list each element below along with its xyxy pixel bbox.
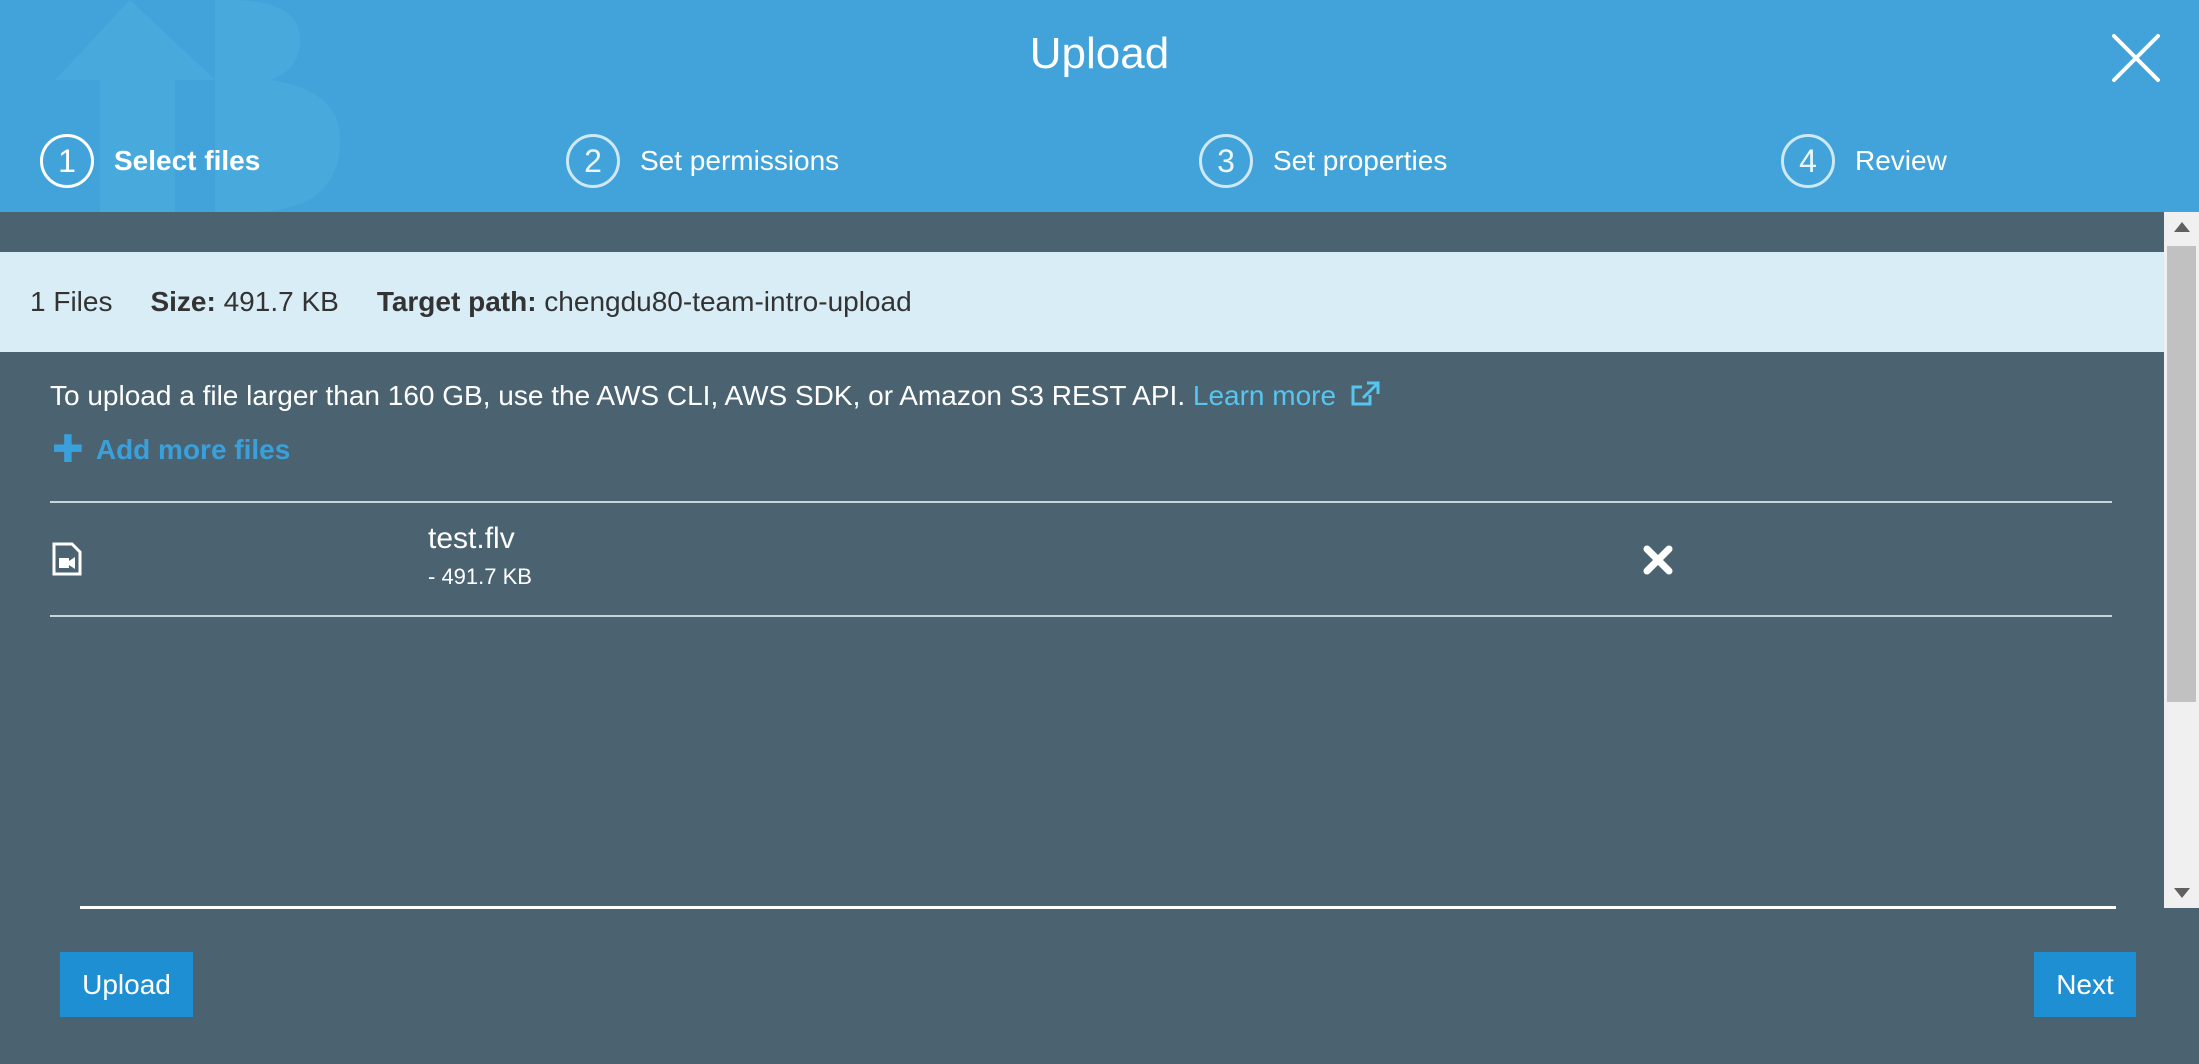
learn-more-label: Learn more <box>1192 380 1337 411</box>
remove-file-icon[interactable] <box>1640 542 1676 578</box>
size-summary: Size: 491.7 KB <box>150 286 338 318</box>
scroll-up-icon[interactable] <box>2164 212 2199 242</box>
divider <box>50 615 2112 617</box>
notice-text: To upload a file larger than 160 GB, use… <box>50 380 1186 411</box>
step-review[interactable]: 4 Review <box>1781 133 1947 189</box>
plus-icon: ✚ <box>52 429 84 471</box>
large-file-notice: To upload a file larger than 160 GB, use… <box>50 378 1380 414</box>
upload-dialog-header: Upload 1 Select files 2 Set permissions … <box>0 0 2199 212</box>
target-path-label: Target path: <box>376 286 537 317</box>
step-number: 1 <box>40 134 94 188</box>
learn-more-link[interactable]: Learn more <box>1193 380 1380 411</box>
size-label: Size: <box>150 286 216 317</box>
footer-divider <box>80 906 2116 909</box>
video-file-icon <box>52 542 82 576</box>
step-label: Set permissions <box>640 145 840 176</box>
upload-summary-bar: 1 Files Size: 491.7 KB Target path: chen… <box>0 252 2164 352</box>
target-path-value: chengdu80-team-intro-upload <box>544 286 912 317</box>
step-set-properties[interactable]: 3 Set properties <box>1199 133 1447 189</box>
upload-button[interactable]: Upload <box>60 952 193 1017</box>
close-icon[interactable] <box>2108 30 2164 86</box>
files-count: 1 Files <box>30 286 113 317</box>
file-size: - 491.7 KB <box>428 564 532 589</box>
dialog-title: Upload <box>1029 29 1170 78</box>
step-number: 4 <box>1781 134 1835 188</box>
divider <box>50 501 2112 503</box>
size-value: 491.7 KB <box>223 286 339 317</box>
scroll-down-icon[interactable] <box>2164 878 2199 908</box>
step-label: Select files <box>114 145 261 176</box>
step-label: Review <box>1855 145 1947 176</box>
step-label: Set properties <box>1273 145 1448 176</box>
step-select-files[interactable]: 1 Select files <box>40 133 260 189</box>
target-path-summary: Target path: chengdu80-team-intro-upload <box>377 286 912 318</box>
step-set-permissions[interactable]: 2 Set permissions <box>566 133 839 189</box>
step-number: 2 <box>566 134 620 188</box>
next-button[interactable]: Next <box>2034 952 2136 1017</box>
step-number: 3 <box>1199 134 1253 188</box>
add-more-files-label: Add more files <box>95 434 291 465</box>
external-link-icon <box>1351 381 1380 406</box>
add-more-files-button[interactable]: ✚ Add more files <box>52 429 291 471</box>
scrollbar-thumb[interactable] <box>2167 246 2196 702</box>
file-list-panel: 1 Files Size: 491.7 KB Target path: chen… <box>0 212 2164 908</box>
file-name: test.flv <box>428 522 515 555</box>
vertical-scrollbar[interactable] <box>2164 212 2199 908</box>
